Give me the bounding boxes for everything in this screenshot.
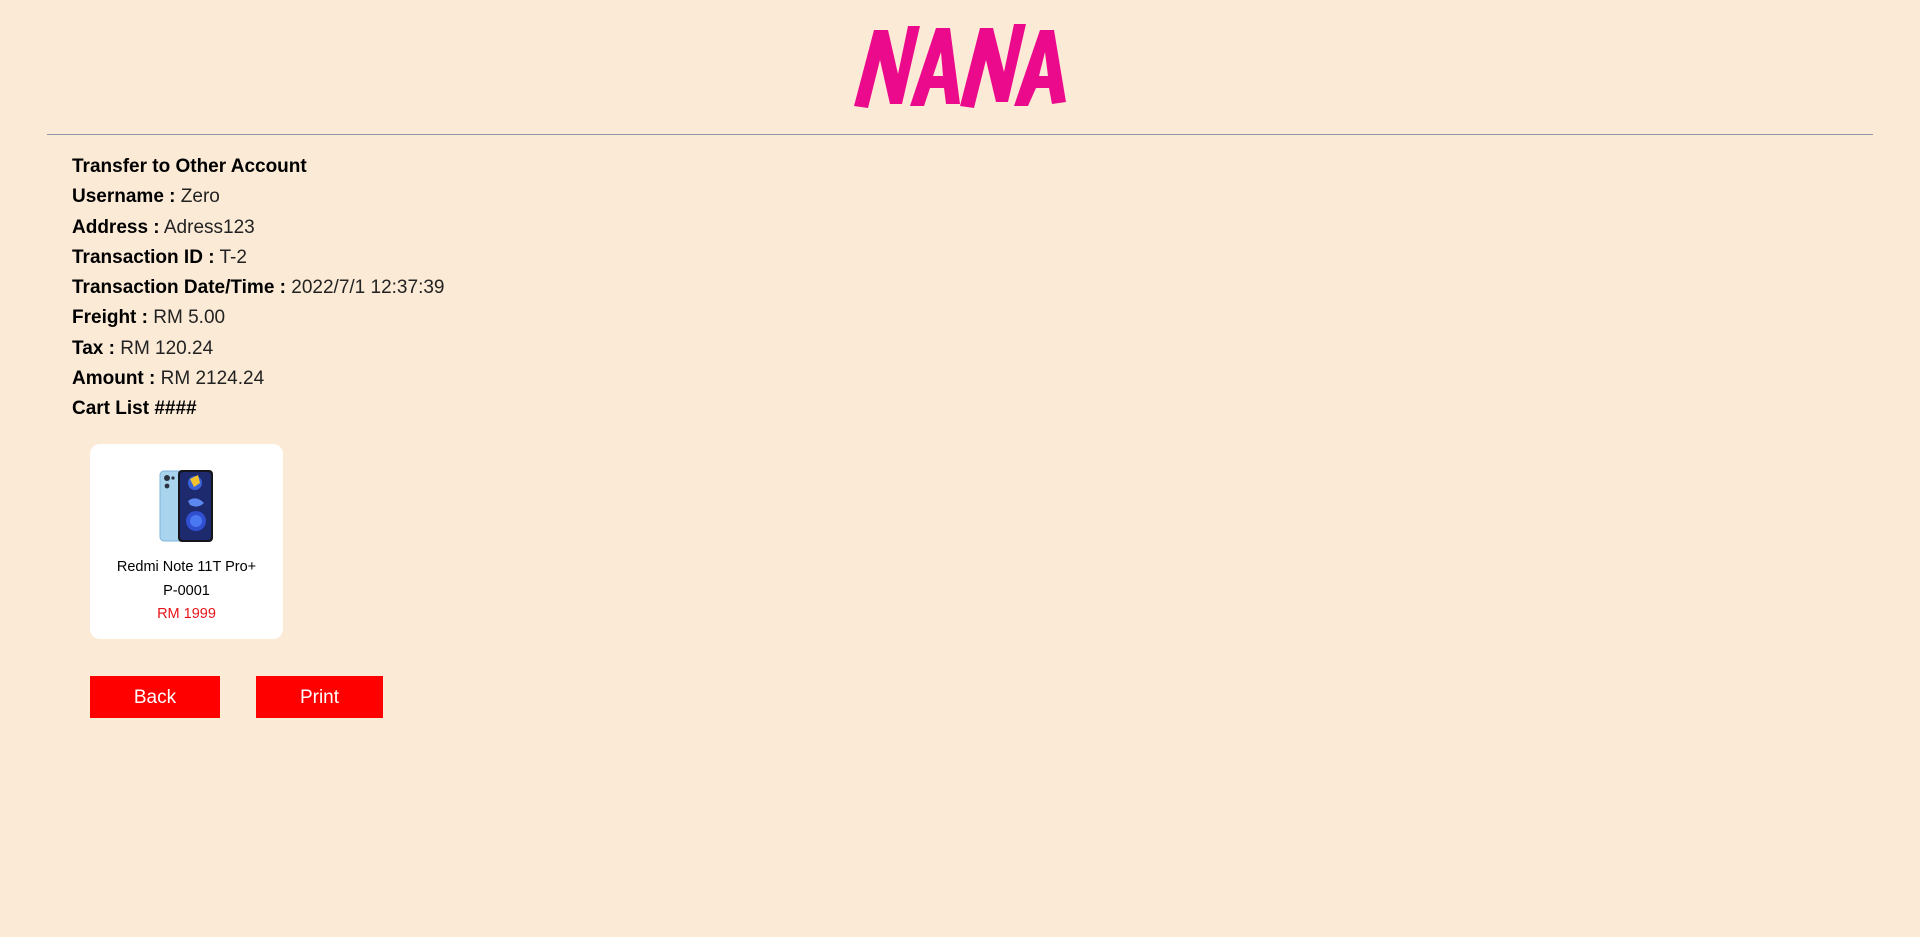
- username-row: Username : Zero: [72, 182, 444, 212]
- cart-item-card[interactable]: Redmi Note 11T Pro+ P-0001 RM 1999: [90, 444, 283, 639]
- product-name: Redmi Note 11T Pro+: [116, 559, 257, 575]
- transaction-id-label: Transaction ID :: [72, 246, 215, 268]
- back-button[interactable]: Back: [90, 676, 220, 718]
- details-heading-text: Transfer to Other Account: [72, 156, 307, 177]
- product-price: RM 1999: [157, 606, 216, 622]
- transaction-id-value: T-2: [219, 246, 247, 268]
- freight-label: Freight :: [72, 307, 148, 329]
- username-value: Zero: [180, 186, 220, 208]
- tax-row: Tax : RM 120.24: [72, 334, 444, 364]
- username-label: Username :: [72, 186, 176, 208]
- header: [0, 0, 1920, 134]
- cart-list-heading-text: Cart List ####: [72, 398, 197, 420]
- freight-value: RM 5.00: [153, 307, 226, 329]
- amount-value: RM 2124.24: [160, 368, 265, 390]
- transaction-datetime-row: Transaction Date/Time : 2022/7/1 12:37:3…: [72, 273, 444, 303]
- address-row: Address : Adress123: [72, 213, 444, 243]
- tax-label: Tax :: [72, 337, 115, 359]
- freight-row: Freight : RM 5.00: [72, 303, 444, 333]
- address-value: Adress123: [163, 216, 255, 238]
- transaction-details: Transfer to Other Account Username : Zer…: [72, 152, 444, 425]
- amount-row: Amount : RM 2124.24: [72, 364, 444, 394]
- amount-label: Amount :: [72, 368, 156, 390]
- product-code: P-0001: [163, 583, 210, 599]
- address-label: Address :: [72, 216, 160, 238]
- transaction-datetime-value: 2022/7/1 12:37:39: [291, 277, 445, 299]
- tax-value: RM 120.24: [120, 337, 214, 359]
- header-divider: [47, 134, 1873, 135]
- cart-list-heading: Cart List ####: [72, 394, 444, 424]
- transaction-datetime-label: Transaction Date/Time :: [72, 277, 286, 299]
- smartphone-image: [159, 470, 213, 542]
- print-button[interactable]: Print: [256, 676, 383, 718]
- details-heading: Transfer to Other Account: [72, 152, 444, 182]
- transaction-id-row: Transaction ID : T-2: [72, 243, 444, 273]
- nana-logo: [854, 24, 1066, 108]
